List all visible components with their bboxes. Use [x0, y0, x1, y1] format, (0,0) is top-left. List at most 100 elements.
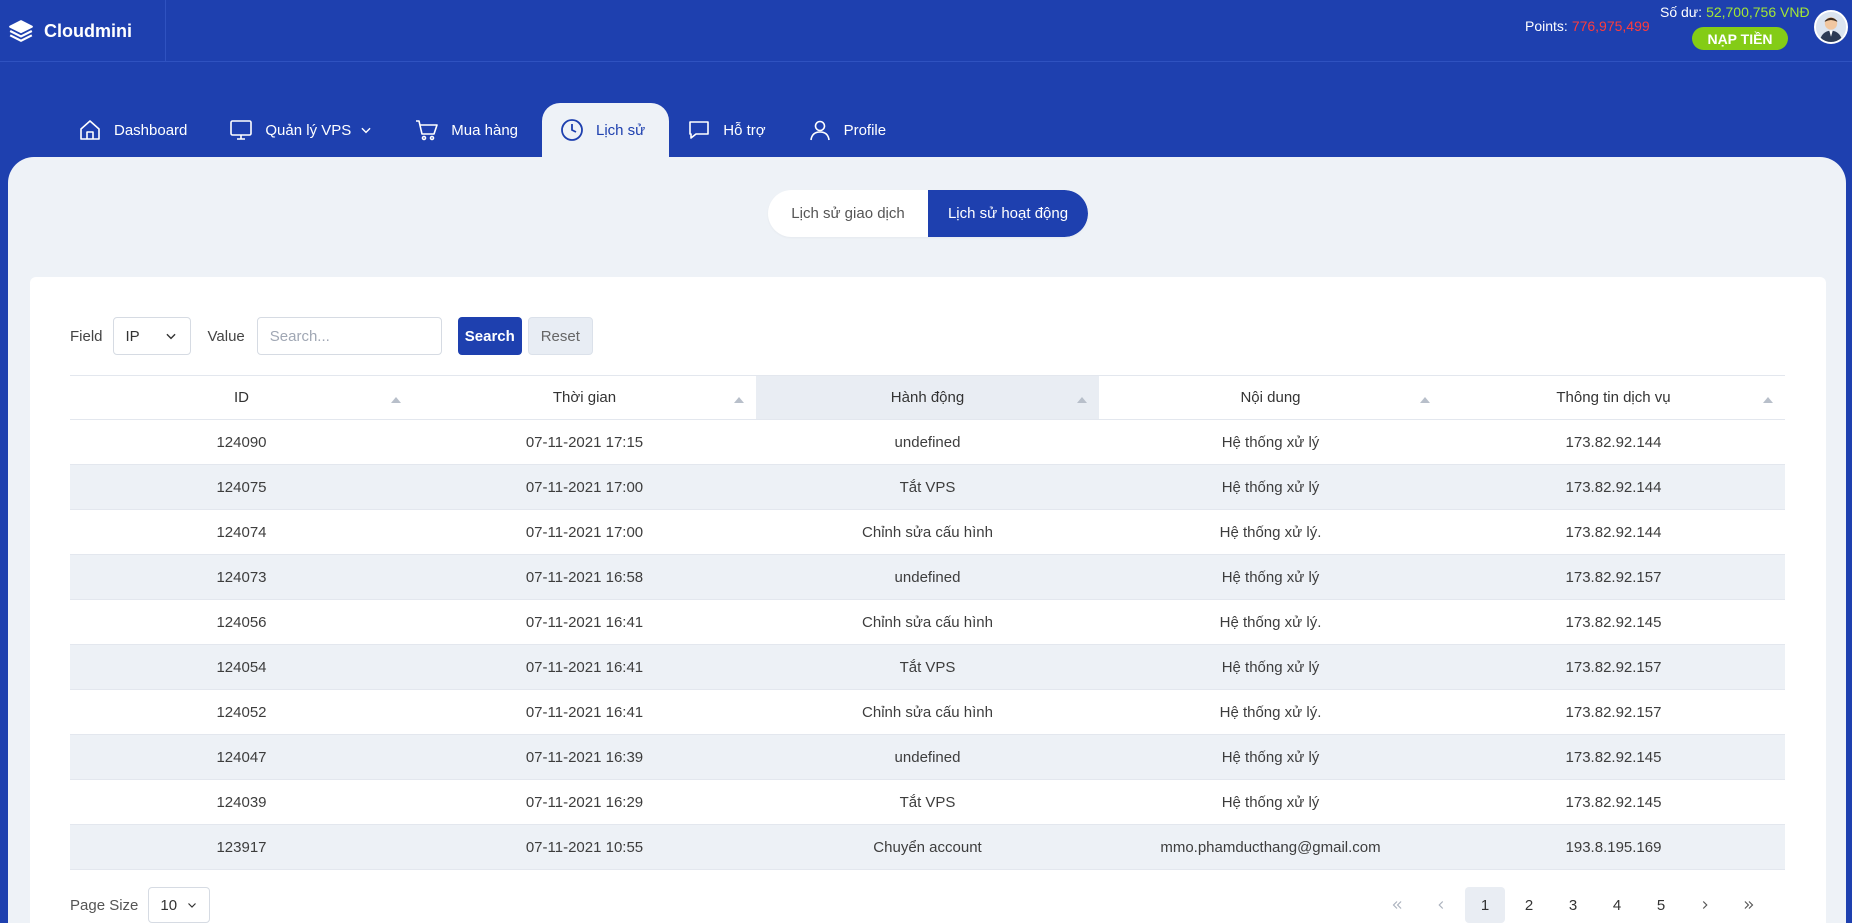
sort-icon[interactable] [391, 397, 401, 403]
cell-service-info: 173.82.92.157 [1565, 658, 1662, 676]
cell-action: undefined [894, 748, 961, 766]
cell-action: undefined [894, 433, 961, 451]
cell-id: 124074 [216, 523, 267, 541]
search-button[interactable]: Search [457, 317, 522, 355]
nav-vps[interactable]: Quản lý VPS [211, 103, 397, 157]
table-row[interactable]: 124075 07-11-2021 17:00 Tắt VPS Hệ thống xử… [70, 465, 1785, 510]
cell-content: Hệ thống xử lý [1221, 433, 1320, 451]
first-page-button[interactable] [1377, 887, 1417, 923]
user-avatar-icon [1816, 12, 1846, 42]
table-row[interactable]: 124052 07-11-2021 16:41 Chỉnh sửa cấu hình… [70, 690, 1785, 735]
value-label: Value [207, 327, 245, 345]
cell-service-info: 173.82.92.157 [1565, 568, 1662, 586]
history-tabs: Lịch sử giao dịch Lịch sử hoạt động [768, 190, 1088, 237]
table-row[interactable]: 124039 07-11-2021 16:29 Tắt VPS Hệ thống xử… [70, 780, 1785, 825]
sort-icon[interactable] [1077, 397, 1087, 403]
prev-page-button[interactable] [1421, 887, 1461, 923]
chevron-down-icon [188, 903, 197, 908]
table-row[interactable]: 124056 07-11-2021 16:41 Chỉnh sửa cấu hình… [70, 600, 1785, 645]
cell-service-info: 193.8.195.169 [1565, 838, 1662, 856]
cell-service-info: 173.82.92.144 [1565, 523, 1662, 541]
cell-content: Hệ thống xử lý [1221, 478, 1320, 496]
nav-profile[interactable]: Profile [790, 103, 911, 157]
balance-value: 52,700,756 VNĐ [1706, 4, 1810, 20]
table-row[interactable]: 124090 07-11-2021 17:15 undefined Hệ thống … [70, 420, 1785, 465]
cell-content: Hệ thống xử lý [1221, 748, 1320, 766]
cell-action: Tắt VPS [899, 478, 956, 496]
cell-time: 07-11-2021 10:55 [525, 838, 644, 856]
nav-label: Dashboard [114, 121, 188, 139]
search-input[interactable] [256, 317, 442, 355]
column-header-label: Thời gian [552, 389, 617, 406]
cell-id: 124039 [216, 793, 267, 811]
monitor-icon [230, 120, 253, 140]
brand[interactable]: Cloudmini [0, 0, 166, 62]
top-header: Cloudmini Points: 776,975,499 Số dư: 52,70… [0, 0, 1852, 62]
page-size-value: 10 [160, 896, 178, 914]
column-header-id[interactable]: ID [70, 376, 413, 419]
points-value: 776,975,499 [1571, 18, 1650, 34]
cell-time: 07-11-2021 16:41 [525, 658, 644, 676]
sort-icon[interactable] [1763, 397, 1773, 403]
column-header-content[interactable]: Nội dung [1099, 376, 1442, 419]
cell-service-info: 173.82.92.145 [1565, 613, 1662, 631]
cell-content: Hệ thống xử lý [1221, 658, 1320, 676]
table-row[interactable]: 124073 07-11-2021 16:58 undefined Hệ thống … [70, 555, 1785, 600]
cell-id: 124056 [216, 613, 267, 631]
sort-icon[interactable] [734, 397, 744, 403]
cell-id: 123917 [216, 838, 267, 856]
avatar[interactable] [1814, 10, 1848, 44]
cell-action: Tắt VPS [899, 793, 956, 811]
cell-id: 124052 [216, 703, 267, 721]
table-body: 124090 07-11-2021 17:15 undefined Hệ thống … [70, 420, 1785, 870]
nav-dashboard[interactable]: Dashboard [60, 103, 211, 157]
user-icon [809, 120, 830, 141]
nav-label: Profile [843, 121, 887, 139]
page-button-1[interactable]: 1 [1465, 887, 1505, 923]
page-button-2[interactable]: 2 [1509, 887, 1549, 923]
cell-time: 07-11-2021 17:00 [525, 523, 644, 541]
sort-icon[interactable] [1420, 397, 1430, 403]
topup-button[interactable]: NẠP TIỀN [1692, 27, 1788, 50]
table-header: ID Thời gian Hành động Nội dung Thông ti… [70, 375, 1785, 420]
page-size-select[interactable]: 10 [148, 887, 211, 923]
table-row[interactable]: 124074 07-11-2021 17:00 Chỉnh sửa cấu hình… [70, 510, 1785, 555]
reset-button[interactable]: Reset [527, 317, 593, 355]
tab-activity-history[interactable]: Lịch sử hoạt động [928, 190, 1088, 237]
cell-action: Chỉnh sửa cấu hình [862, 703, 993, 721]
field-select-value: IP [125, 327, 140, 345]
cell-id: 124054 [216, 658, 267, 676]
app-name: Cloudmini [44, 20, 132, 41]
cell-action: Chỉnh sửa cấu hình [862, 613, 993, 631]
tab-transaction-history[interactable]: Lịch sử giao dịch [768, 190, 928, 237]
cell-content: Hệ thống xử lý. [1219, 523, 1322, 541]
cell-service-info: 173.82.92.144 [1565, 433, 1662, 451]
nav-shop[interactable]: Mua hàng [397, 103, 542, 157]
chevron-right-icon [1702, 901, 1708, 909]
column-header-time[interactable]: Thời gian [413, 376, 756, 419]
nav-support[interactable]: Hỗ trợ [669, 103, 789, 157]
table-row[interactable]: 124054 07-11-2021 16:41 Tắt VPS Hệ thống xử… [70, 645, 1785, 690]
table-row[interactable]: 124047 07-11-2021 16:39 undefined Hệ thống … [70, 735, 1785, 780]
cell-time: 07-11-2021 17:00 [525, 478, 644, 496]
cell-content: mmo.phamducthang@gmail.com [1160, 838, 1381, 856]
column-header-action[interactable]: Hành động [756, 376, 1099, 419]
page-button-5[interactable]: 5 [1641, 887, 1681, 923]
page-button-4[interactable]: 4 [1597, 887, 1637, 923]
cell-time: 07-11-2021 16:39 [525, 748, 644, 766]
pagination: 1 2 3 4 5 [1377, 887, 1773, 923]
page-button-3[interactable]: 3 [1553, 887, 1593, 923]
table-row[interactable]: 123917 07-11-2021 10:55 Chuyển account mmo.… [70, 825, 1785, 870]
points-label: Points: [1525, 18, 1568, 34]
nav-history[interactable]: Lịch sử [542, 103, 670, 157]
last-page-button[interactable] [1729, 887, 1769, 923]
chat-icon [689, 121, 710, 139]
next-page-button[interactable] [1685, 887, 1725, 923]
nav-label: Lịch sử [596, 121, 646, 139]
column-header-label: Thông tin dịch vụ [1556, 389, 1671, 406]
cell-action: Chỉnh sửa cấu hình [862, 523, 993, 541]
field-select[interactable]: IP [112, 317, 191, 355]
column-header-service-info[interactable]: Thông tin dịch vụ [1442, 376, 1785, 419]
page-size-control: Page Size 10 [70, 887, 211, 923]
chevron-down-icon [361, 127, 371, 134]
